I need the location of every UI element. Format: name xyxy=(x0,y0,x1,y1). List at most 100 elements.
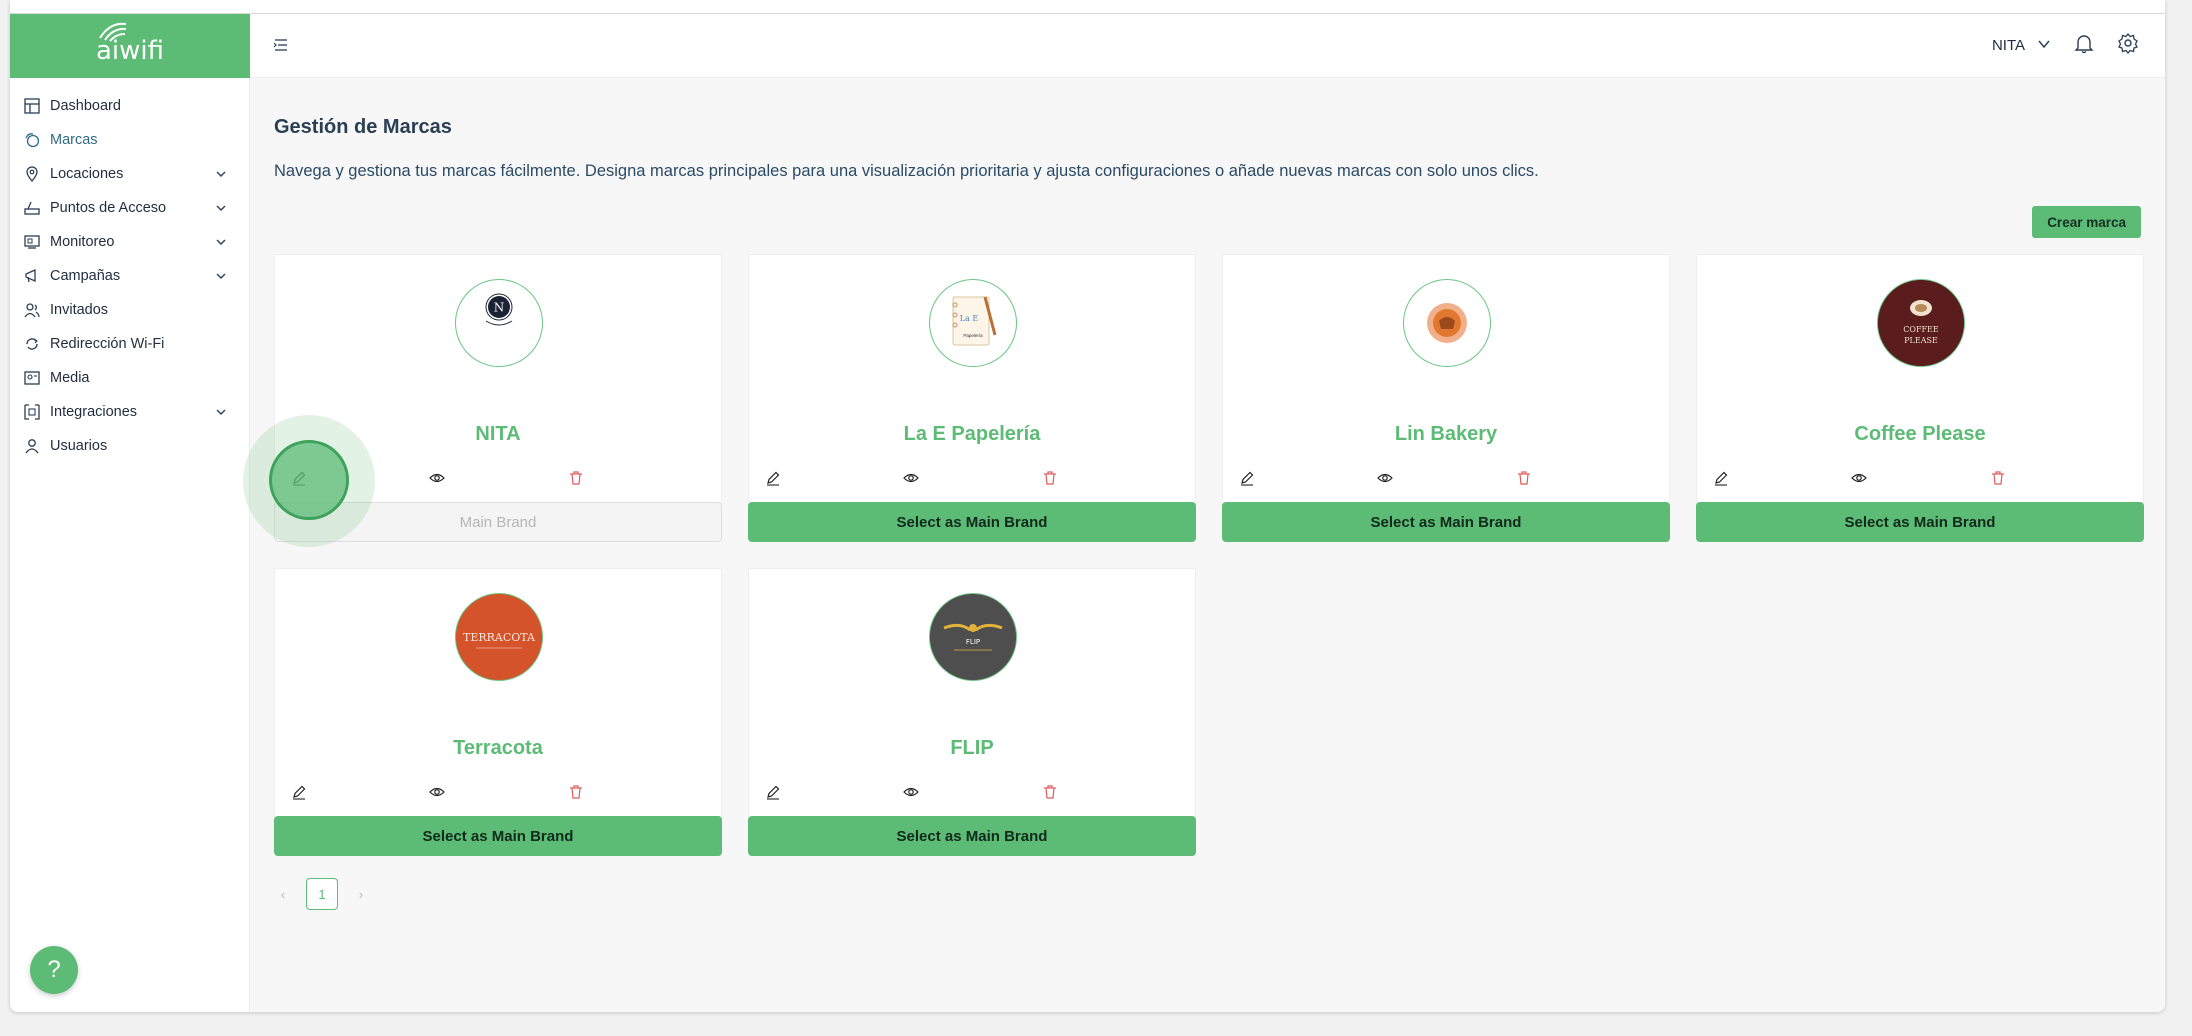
brand-logo: FLIP xyxy=(929,593,1017,681)
select-main-brand-button[interactable]: Select as Main Brand xyxy=(274,816,722,856)
select-main-brand-button[interactable]: Select as Main Brand xyxy=(748,502,1196,542)
trash-icon[interactable] xyxy=(568,470,584,486)
select-main-brand-button[interactable]: Select as Main Brand xyxy=(748,816,1196,856)
eye-icon[interactable] xyxy=(903,470,919,486)
brand-name: Lin Bakery xyxy=(1394,423,1498,445)
eye-icon[interactable] xyxy=(903,784,919,800)
sidebar-item-label: Locaciones xyxy=(50,166,124,182)
sidebar-item-campanas[interactable]: Campañas xyxy=(10,259,249,293)
prev-page-button[interactable]: ‹ xyxy=(274,887,292,902)
sidebar-item-usuarios[interactable]: Usuarios xyxy=(10,429,249,463)
main-brand-button: Main Brand xyxy=(274,502,722,542)
sidebar-item-locaciones[interactable]: Locaciones xyxy=(10,157,249,191)
sidebar-item-label: Media xyxy=(50,370,90,386)
app-window: aiwifi Dashboard Marcas Locaciones Punto… xyxy=(10,0,2165,1012)
edit-icon[interactable] xyxy=(1239,470,1255,486)
sidebar-item-puntos-de-acceso[interactable]: Puntos de Acceso xyxy=(10,191,249,225)
coffee-logo-line2: PLEASE xyxy=(1904,336,1938,345)
wifi-arcs-icon xyxy=(99,22,127,42)
brand-actions xyxy=(275,470,721,488)
sidebar-item-label: Usuarios xyxy=(50,438,108,454)
help-button[interactable]: ? xyxy=(30,946,78,994)
brand-name: FLIP xyxy=(950,737,994,759)
brand-logo xyxy=(1403,279,1491,367)
sidebar-item-invitados[interactable]: Invitados xyxy=(10,293,249,327)
trash-icon[interactable] xyxy=(1990,470,2006,486)
menu-toggle-icon[interactable] xyxy=(272,36,290,54)
edit-icon[interactable] xyxy=(1713,470,1729,486)
brand-actions xyxy=(1223,470,1669,488)
brand-card: N NITA xyxy=(274,254,722,504)
select-main-brand-button[interactable]: Select as Main Brand xyxy=(1222,502,1670,542)
sidebar-item-label: Dashboard xyxy=(50,98,121,114)
redirect-icon xyxy=(24,336,40,352)
location-pin-icon xyxy=(24,166,40,182)
brand-logo: La E Papelería xyxy=(929,279,1017,367)
chevron-down-icon xyxy=(215,168,227,180)
eye-icon[interactable] xyxy=(429,470,445,486)
dashboard-icon xyxy=(24,98,40,114)
sidebar-item-dashboard[interactable]: Dashboard xyxy=(10,89,249,123)
chevron-down-icon xyxy=(215,236,227,248)
user-area: NITA xyxy=(1992,32,2139,59)
trash-icon[interactable] xyxy=(1042,470,1058,486)
user-name: NITA xyxy=(1991,37,2025,54)
select-main-brand-button[interactable]: Select as Main Brand xyxy=(1696,502,2144,542)
brands-icon xyxy=(24,132,40,148)
brand-actions xyxy=(749,784,1195,802)
lae-logo-subtext: Papelería xyxy=(963,333,983,338)
sidebar-item-label: Integraciones xyxy=(50,404,138,420)
eye-icon[interactable] xyxy=(429,784,445,800)
next-page-button[interactable]: › xyxy=(352,887,370,902)
sidebar-item-redireccion-wifi[interactable]: Redirección Wi-Fi xyxy=(10,327,249,361)
edit-icon[interactable] xyxy=(291,470,307,486)
pagination: ‹ 1 › xyxy=(274,878,370,910)
sidebar-item-monitoreo[interactable]: Monitoreo xyxy=(10,225,249,259)
sidebar-item-label: Marcas xyxy=(50,132,98,148)
users-icon xyxy=(24,302,40,318)
brand-actions xyxy=(275,784,721,802)
coffee-logo-line1: COFFEE xyxy=(1903,325,1939,334)
edit-icon[interactable] xyxy=(291,784,307,800)
sidebar-item-integraciones[interactable]: Integraciones xyxy=(10,395,249,429)
eye-icon[interactable] xyxy=(1377,470,1393,486)
page-title: Gestión de Marcas xyxy=(274,116,452,138)
page-description: Navega y gestiona tus marcas fácilmente.… xyxy=(274,162,1539,180)
trash-icon[interactable] xyxy=(1516,470,1532,486)
main-content: Gestión de Marcas Navega y gestiona tus … xyxy=(250,78,2165,1012)
bell-icon[interactable] xyxy=(2073,32,2095,59)
chevron-down-icon xyxy=(215,406,227,418)
brand-card: COFFEE PLEASE Coffee Please xyxy=(1696,254,2144,504)
brand-logo: N xyxy=(455,279,543,367)
brand-name: La E Papelería xyxy=(903,423,1041,445)
brand-name: Coffee Please xyxy=(1854,423,1986,445)
sidebar: aiwifi Dashboard Marcas Locaciones Punto… xyxy=(10,14,250,1012)
trash-icon[interactable] xyxy=(568,784,584,800)
gear-icon[interactable] xyxy=(2117,32,2139,59)
brand-card: FLIP FLIP xyxy=(748,568,1196,818)
megaphone-icon xyxy=(24,268,40,284)
sidebar-item-media[interactable]: Media xyxy=(10,361,249,395)
sidebar-item-label: Redirección Wi-Fi xyxy=(50,336,165,352)
terracota-logo-text: TERRACOTA xyxy=(463,631,536,644)
eye-icon[interactable] xyxy=(1851,470,1867,486)
sidebar-item-label: Campañas xyxy=(50,268,121,284)
logo-area[interactable]: aiwifi xyxy=(10,14,250,78)
brand-name: NITA xyxy=(475,423,521,445)
monitor-icon xyxy=(24,234,40,250)
user-menu[interactable]: NITA xyxy=(1992,37,2051,55)
chevron-down-icon xyxy=(215,270,227,282)
aiwifi-logo: aiwifi xyxy=(96,22,164,66)
brand-card: La E Papelería La E Papelería xyxy=(748,254,1196,504)
create-brand-button[interactable]: Crear marca xyxy=(2032,206,2141,238)
trash-icon[interactable] xyxy=(1042,784,1058,800)
brand-card: TERRACOTA Terracota xyxy=(274,568,722,818)
edit-icon[interactable] xyxy=(765,470,781,486)
sidebar-item-label: Monitoreo xyxy=(50,234,115,250)
edit-icon[interactable] xyxy=(765,784,781,800)
media-icon xyxy=(24,370,40,386)
chevron-down-icon xyxy=(2037,37,2051,55)
sidebar-item-marcas[interactable]: Marcas xyxy=(10,123,249,157)
page-number-button[interactable]: 1 xyxy=(306,878,338,910)
brand-logo: COFFEE PLEASE xyxy=(1877,279,1965,367)
